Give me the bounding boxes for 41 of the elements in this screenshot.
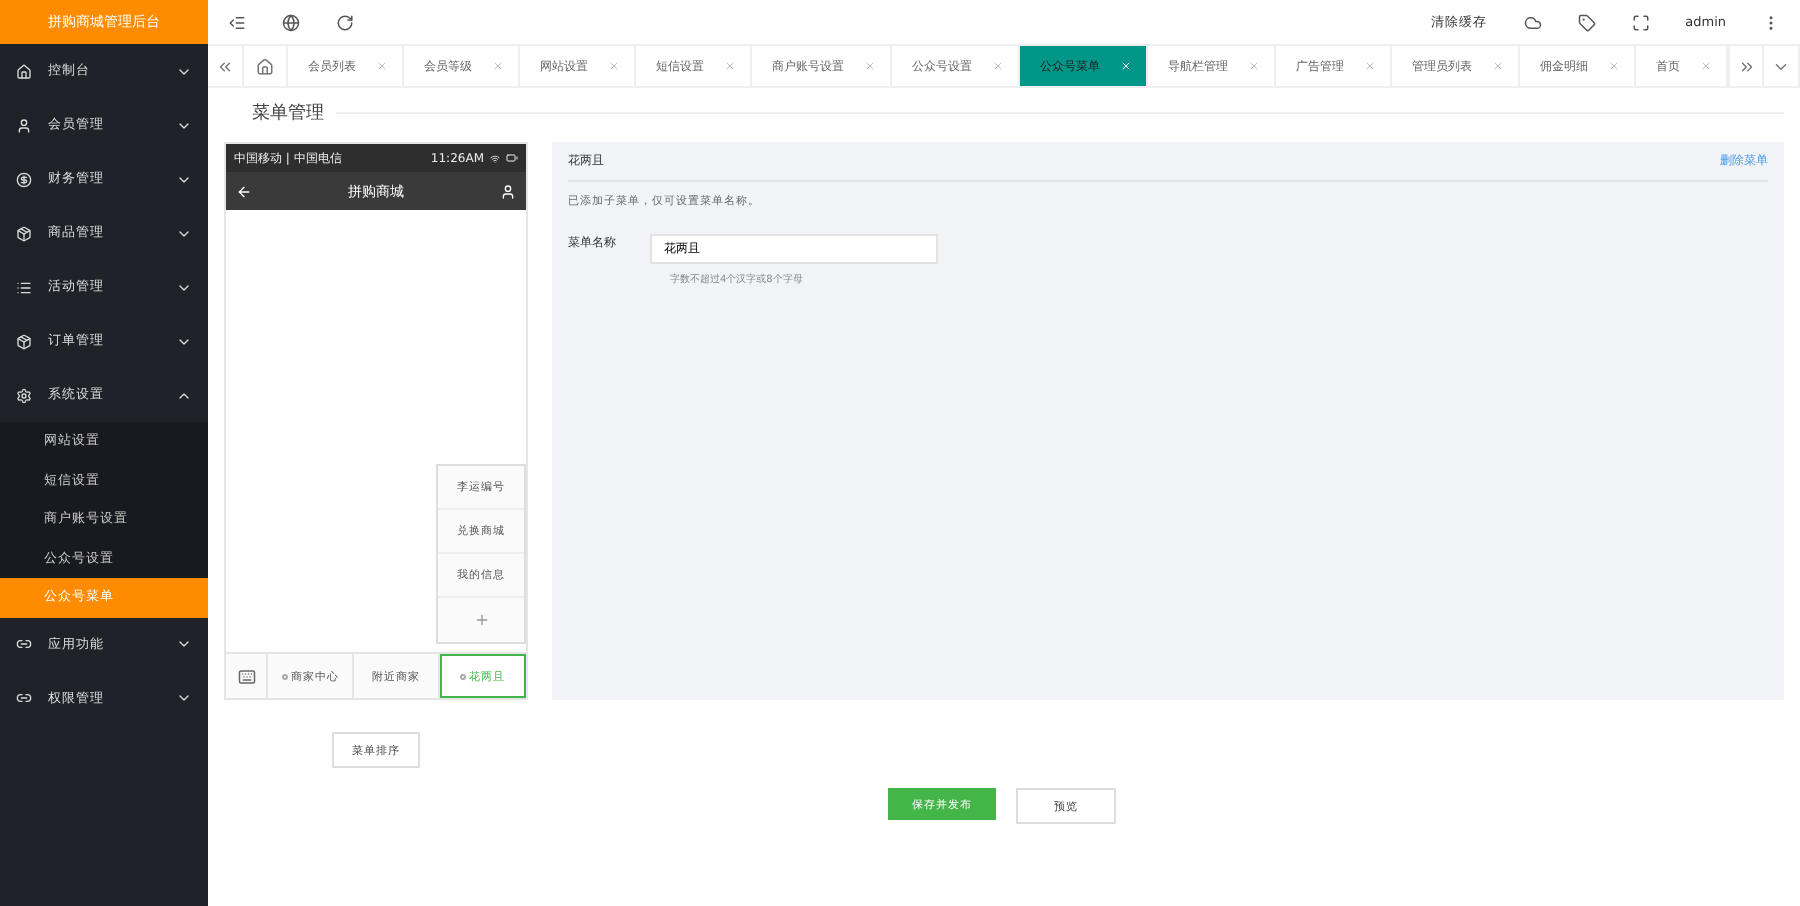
close-icon[interactable] bbox=[864, 60, 876, 72]
tabs-right-button[interactable] bbox=[1728, 46, 1764, 86]
globe-icon[interactable] bbox=[282, 13, 300, 31]
box-icon bbox=[16, 225, 32, 241]
settings-icon bbox=[16, 387, 32, 403]
back-icon[interactable] bbox=[236, 183, 252, 199]
cloud-icon[interactable] bbox=[1523, 13, 1542, 31]
plus-icon[interactable] bbox=[473, 612, 489, 628]
caret-icon bbox=[176, 690, 192, 706]
submenu-dot-icon bbox=[281, 673, 287, 679]
double-chevron-right-icon bbox=[1737, 57, 1755, 75]
user-icon[interactable] bbox=[500, 183, 516, 199]
close-icon[interactable] bbox=[376, 60, 388, 72]
wifi-icon bbox=[490, 153, 500, 163]
refresh-icon[interactable] bbox=[336, 13, 354, 31]
close-icon[interactable] bbox=[1608, 60, 1620, 72]
box-icon bbox=[16, 333, 32, 349]
tag-icon[interactable] bbox=[1577, 13, 1596, 31]
caret-icon bbox=[176, 636, 192, 652]
close-icon[interactable] bbox=[992, 60, 1004, 72]
close-icon[interactable] bbox=[608, 60, 620, 72]
page-title: 菜单管理 bbox=[252, 101, 324, 126]
coin-icon bbox=[16, 171, 32, 187]
close-icon[interactable] bbox=[1364, 60, 1376, 72]
close-icon[interactable] bbox=[1248, 60, 1260, 72]
close-icon[interactable] bbox=[724, 60, 736, 72]
list-icon bbox=[16, 279, 32, 295]
home-icon bbox=[16, 63, 32, 79]
close-icon[interactable] bbox=[492, 60, 504, 72]
battery-icon bbox=[506, 152, 518, 164]
menu-icon[interactable] bbox=[228, 13, 246, 31]
close-icon[interactable] bbox=[1492, 60, 1504, 72]
fullscreen-icon[interactable] bbox=[1631, 13, 1650, 31]
keyboard-icon[interactable] bbox=[237, 667, 255, 685]
link-icon bbox=[16, 636, 32, 652]
close-icon[interactable] bbox=[1700, 60, 1712, 72]
link-icon bbox=[16, 690, 32, 706]
double-chevron-left-icon bbox=[216, 57, 234, 75]
submenu-dot-icon bbox=[459, 673, 465, 679]
user-icon bbox=[16, 117, 32, 133]
home-icon bbox=[256, 57, 274, 75]
